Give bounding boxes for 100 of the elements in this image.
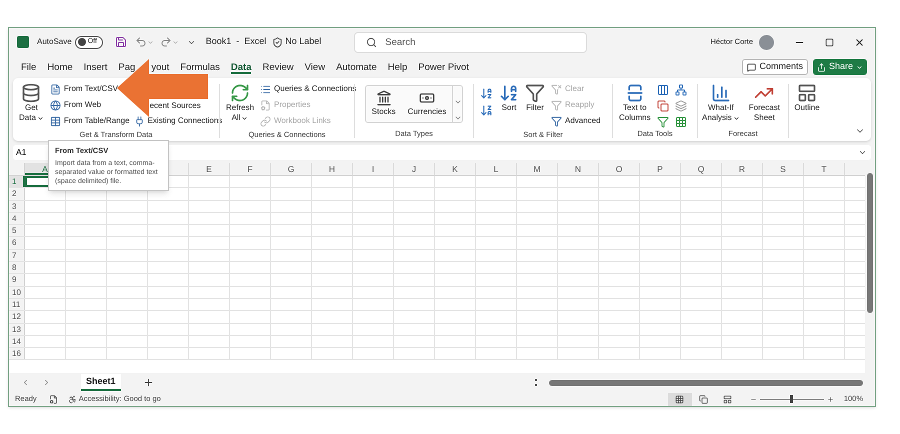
refresh-icon [230, 83, 250, 103]
row-header[interactable]: 14 [9, 336, 25, 348]
ribbon-large-button[interactable]: Sort [499, 81, 519, 129]
comments-button[interactable]: Comments [742, 59, 808, 75]
row-header[interactable]: 5 [9, 225, 25, 236]
ribbon-tab[interactable]: Pag [118, 60, 136, 74]
ribbon-tab[interactable]: Formulas [180, 60, 220, 74]
tab-label[interactable]: yout [151, 60, 170, 74]
sort-descending-icon[interactable] [480, 104, 493, 117]
row-header[interactable]: 7 [9, 250, 25, 262]
column-header[interactable]: N [558, 163, 599, 175]
redo-icon[interactable] [160, 36, 172, 48]
row-header[interactable]: 12 [9, 311, 25, 323]
ribbon-large-button[interactable]: Get Data [19, 81, 44, 129]
link-icon [260, 116, 272, 126]
zoom-thumb[interactable] [790, 395, 794, 403]
scroll-thumb[interactable] [867, 173, 873, 313]
column-header[interactable]: T [804, 163, 845, 175]
ribbon-button[interactable]: From Table/Range [64, 115, 130, 127]
column-header[interactable]: H [312, 163, 353, 175]
ribbon-large-button[interactable]: Text to Columns [619, 81, 651, 128]
ribbon-button[interactable]: ecent Sources [134, 99, 222, 113]
sheet-tab[interactable]: Sheet1 [81, 374, 121, 391]
column-header[interactable]: K [435, 163, 476, 175]
row-header[interactable]: 10 [9, 286, 25, 298]
sort-ascending-icon[interactable] [480, 87, 493, 100]
ribbon-large-button[interactable]: What-If Analysis [702, 81, 740, 123]
ribbon-tab[interactable]: Automate [336, 60, 377, 74]
column-header[interactable]: O [599, 163, 640, 175]
column-header[interactable]: R [722, 163, 763, 175]
column-header[interactable]: J [394, 163, 435, 175]
ribbon-tab[interactable]: Review [262, 60, 294, 74]
row-header[interactable]: 16 [9, 348, 25, 360]
ribbon-large-button[interactable]: Refresh All [226, 81, 254, 129]
data-type-gallery[interactable]: Stocks Currencies [364, 85, 464, 123]
row-header[interactable]: 4 [9, 212, 25, 224]
row-header[interactable]: 9 [9, 274, 25, 286]
column-header[interactable]: F [230, 163, 271, 175]
save-icon[interactable] [114, 36, 127, 48]
filter-x-icon [551, 84, 562, 94]
next-sheet-icon[interactable] [42, 378, 51, 387]
row-header[interactable]: 6 [9, 237, 25, 249]
ribbon-tab[interactable]: View [304, 60, 326, 74]
ribbon-tab[interactable]: Data [230, 60, 252, 74]
ribbon-button[interactable]: Queries & Connections [274, 83, 356, 95]
grid-view-icon [675, 394, 684, 404]
document-icon [50, 84, 61, 94]
avatar[interactable] [759, 34, 774, 50]
outline-icon [796, 83, 817, 103]
document-gear-icon [260, 100, 272, 110]
row-header[interactable]: 3 [9, 200, 25, 212]
ribbon-tab[interactable]: File [21, 60, 36, 74]
ribbon-large-button[interactable]: Filter [525, 81, 545, 129]
share-icon [816, 62, 826, 72]
column-header[interactable]: Q [681, 163, 722, 175]
table-icon [50, 116, 61, 126]
zoom-in-icon[interactable] [826, 396, 834, 402]
column-header[interactable]: L [476, 163, 517, 175]
ribbon-tab[interactable]: Insert [84, 60, 108, 74]
horizontal-scrollbar[interactable] [549, 380, 863, 386]
share-button[interactable]: Share [812, 59, 867, 75]
row-header[interactable]: 1 [9, 176, 25, 188]
ribbon-tab[interactable]: Home [47, 60, 73, 74]
previous-sheet-icon[interactable] [21, 378, 30, 387]
data-type-button[interactable]: Stocks [366, 86, 402, 122]
ribbon-large-button[interactable]: Outline [794, 81, 820, 113]
accessibility-icon[interactable] [68, 394, 77, 404]
sensitivity-label[interactable]: No Label [285, 35, 322, 49]
ribbon-button[interactable]: Advanced [565, 115, 601, 127]
close-icon[interactable] [854, 36, 865, 48]
ribbon-large-button[interactable]: Forecast Sheet [748, 81, 780, 123]
column-header[interactable]: M [517, 163, 558, 175]
add-sheet-icon[interactable] [142, 377, 154, 388]
expand-formula-bar-icon[interactable] [858, 148, 867, 157]
column-header[interactable]: S [763, 163, 804, 175]
scroll-down-icon [454, 98, 462, 106]
caret-icon [241, 114, 248, 122]
maximize-icon[interactable] [825, 38, 834, 46]
ribbon-button[interactable]: Existing Connections [148, 115, 222, 127]
zoom-slider[interactable] [760, 395, 824, 403]
data-type-button[interactable]: Currencies [402, 86, 452, 122]
search-field[interactable]: Search [354, 32, 588, 52]
ribbon-tab[interactable]: Power Pivot [418, 60, 469, 74]
column-header[interactable]: E [189, 163, 230, 175]
undo-icon[interactable] [134, 36, 147, 48]
shield-icon [272, 36, 284, 48]
row-header[interactable]: 2 [9, 188, 25, 200]
column-header[interactable]: G [271, 163, 312, 175]
ribbon-button[interactable]: From Web [64, 99, 102, 111]
more-icon [454, 114, 462, 122]
row-header[interactable]: 13 [9, 324, 25, 335]
view-button[interactable] [668, 392, 692, 406]
app-logo-icon [17, 36, 29, 48]
column-header[interactable]: I [353, 163, 394, 175]
ribbon-button[interactable]: From Text/CSV [64, 83, 118, 95]
row-header[interactable]: 8 [9, 262, 25, 274]
column-header[interactable]: P [640, 163, 681, 175]
database-icon [21, 83, 42, 103]
row-header[interactable]: 11 [9, 298, 25, 310]
ribbon-tab[interactable]: Help [388, 60, 408, 74]
